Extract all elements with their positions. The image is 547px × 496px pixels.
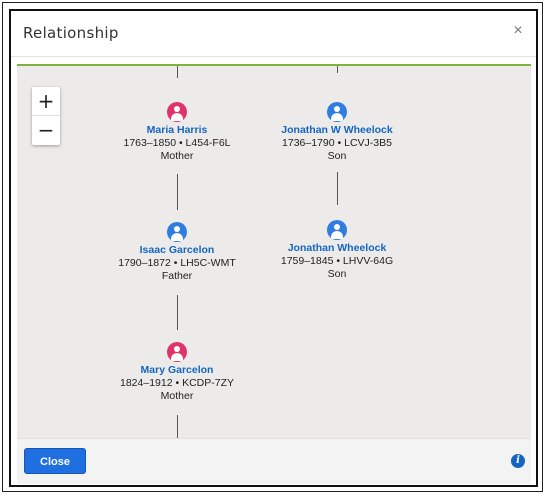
zoom-out-button[interactable]: − [32,116,60,145]
person-card[interactable]: Isaac Garcelon 1790–1872 • LH5C-WMT Fath… [102,222,252,283]
person-name[interactable]: Jonathan W Wheelock [262,124,412,137]
relationship-chart[interactable]: + − Maria Harris 1763–1850 • L454-F6L Mo… [17,66,531,438]
close-button[interactable]: Close [24,448,86,474]
close-icon[interactable]: × [508,21,528,41]
connector-line [177,174,178,210]
info-icon[interactable]: i [511,454,525,468]
person-relation: Father [161,270,193,282]
person-info: 1790–1872 • LH5C-WMT [118,257,236,269]
person-info: 1824–1912 • KCDP-7ZY [120,377,234,389]
person-card[interactable]: Jonathan W Wheelock 1736–1790 • LCVJ-3B5… [262,102,412,163]
male-person-icon [327,102,347,122]
person-info: 1763–1850 • L454-F6L [123,137,231,149]
male-person-icon [167,222,187,242]
person-name[interactable]: Mary Garcelon [102,364,252,377]
connector-line [177,66,178,78]
male-person-icon [327,220,347,240]
person-card[interactable]: Mary Garcelon 1824–1912 • KCDP-7ZY Mothe… [102,342,252,403]
dialog-footer: Close i [17,438,531,484]
connector-line [177,415,178,438]
zoom-in-button[interactable]: + [32,87,60,116]
person-name[interactable]: Jonathan Wheelock [262,242,412,255]
person-card[interactable]: Jonathan Wheelock 1759–1845 • LHVV-64G S… [262,220,412,281]
person-card[interactable]: Maria Harris 1763–1850 • L454-F6L Mother [102,102,252,163]
connector-line [337,172,338,205]
person-relation: Mother [160,150,194,162]
dialog-header: Relationship × [11,11,536,57]
person-info: 1736–1790 • LCVJ-3B5 [282,137,392,149]
connector-line [337,66,338,73]
female-person-icon [167,102,187,122]
person-info: 1759–1845 • LHVV-64G [280,255,394,267]
person-name[interactable]: Isaac Garcelon [102,244,252,257]
dialog-title: Relationship [23,24,119,42]
person-relation: Son [327,268,347,280]
person-name[interactable]: Maria Harris [102,124,252,137]
female-person-icon [167,342,187,362]
relationship-dialog: Relationship × + − Maria Harris 1763–185… [9,9,538,487]
person-relation: Mother [160,390,194,402]
person-relation: Son [327,150,347,162]
zoom-control: + − [32,87,60,145]
connector-line [177,295,178,330]
